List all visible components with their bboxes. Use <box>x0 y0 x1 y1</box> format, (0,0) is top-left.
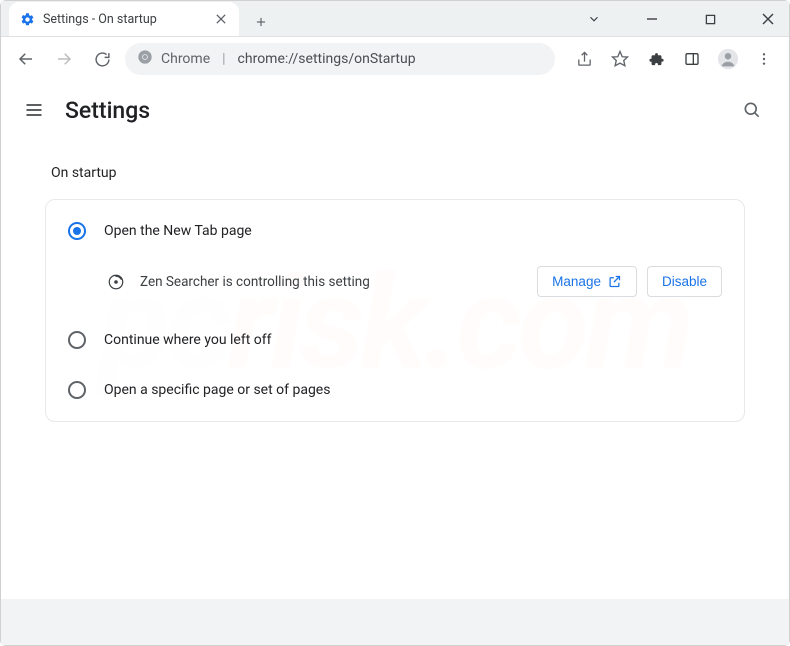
extensions-puzzle-icon[interactable] <box>641 44 671 74</box>
omnibox-separator: | <box>222 51 225 67</box>
manage-button[interactable]: Manage <box>537 266 637 297</box>
extension-notice-row: Zen Searcher is controlling this setting… <box>46 256 744 315</box>
hamburger-menu-icon[interactable] <box>23 99 45 121</box>
chevron-down-icon[interactable] <box>579 5 609 33</box>
section-title: On startup <box>51 165 745 181</box>
radio-unchecked-icon[interactable] <box>68 331 86 349</box>
extension-favicon <box>106 272 126 292</box>
startup-options-card: Open the New Tab page Zen Searcher is co… <box>45 199 745 422</box>
page-title: Settings <box>65 97 150 124</box>
close-window-button[interactable] <box>753 5 783 33</box>
maximize-button[interactable] <box>695 5 725 33</box>
option-specific-pages[interactable]: Open a specific page or set of pages <box>46 365 744 415</box>
search-icon[interactable] <box>737 95 767 125</box>
option-label: Continue where you left off <box>104 332 272 348</box>
forward-button[interactable] <box>49 44 79 74</box>
back-button[interactable] <box>11 44 41 74</box>
disable-button[interactable]: Disable <box>647 266 722 297</box>
settings-header: Settings <box>1 81 789 139</box>
omnibox-origin: Chrome <box>161 51 210 67</box>
external-link-icon <box>607 274 622 289</box>
option-continue[interactable]: Continue where you left off <box>46 315 744 365</box>
option-label: Open a specific page or set of pages <box>104 382 330 398</box>
close-tab-button[interactable] <box>213 11 229 27</box>
tab-title: Settings - On startup <box>43 12 157 27</box>
gear-icon <box>19 11 35 27</box>
kebab-menu-icon[interactable] <box>749 44 779 74</box>
share-icon[interactable] <box>569 44 599 74</box>
extension-notice-text: Zen Searcher is controlling this setting <box>140 274 370 290</box>
chrome-icon <box>137 49 153 69</box>
address-bar[interactable]: Chrome | chrome://settings/onStartup <box>125 43 555 75</box>
radio-checked-icon[interactable] <box>68 222 86 240</box>
browser-toolbar: Chrome | chrome://settings/onStartup <box>1 37 789 81</box>
omnibox-path: chrome://settings/onStartup <box>238 51 416 67</box>
manage-label: Manage <box>552 274 601 289</box>
side-panel-icon[interactable] <box>677 44 707 74</box>
option-new-tab[interactable]: Open the New Tab page <box>46 206 744 256</box>
radio-unchecked-icon[interactable] <box>68 381 86 399</box>
tab-settings[interactable]: Settings - On startup <box>9 2 239 36</box>
bottom-bar <box>1 599 789 645</box>
bookmark-star-icon[interactable] <box>605 44 635 74</box>
minimize-button[interactable] <box>637 5 667 33</box>
disable-label: Disable <box>662 274 707 289</box>
profile-avatar[interactable] <box>713 44 743 74</box>
reload-button[interactable] <box>87 44 117 74</box>
new-tab-button[interactable] <box>247 8 275 36</box>
option-label: Open the New Tab page <box>104 223 252 239</box>
